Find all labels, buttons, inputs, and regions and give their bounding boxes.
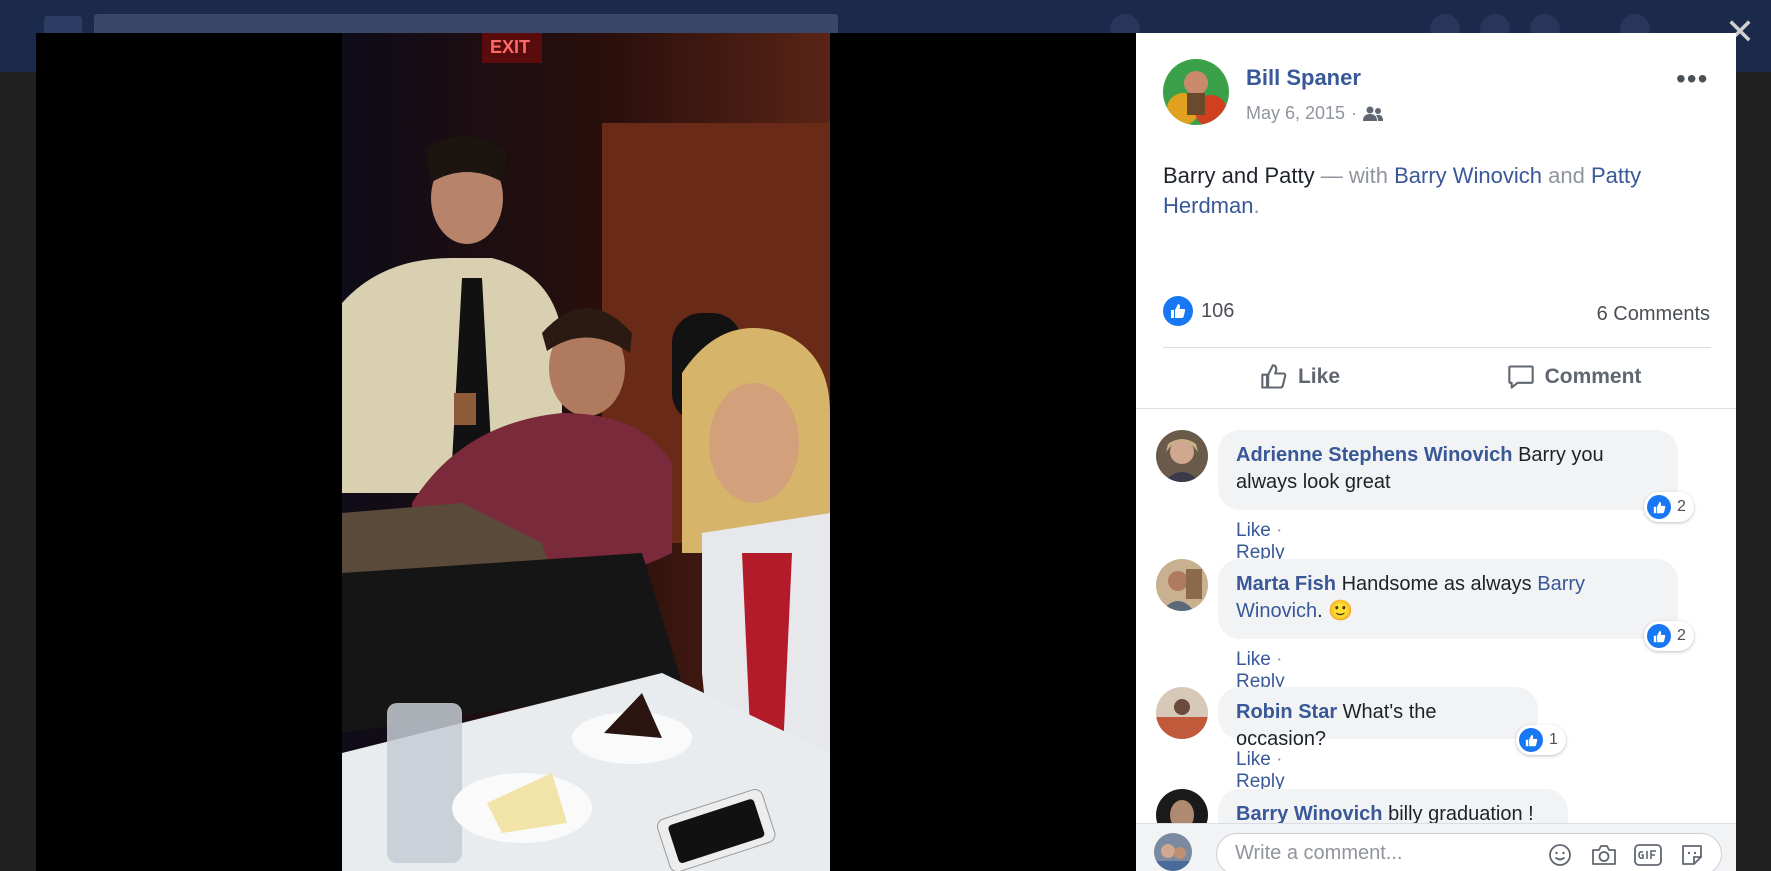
divider xyxy=(1136,408,1736,409)
comment-button-label: Comment xyxy=(1544,365,1642,388)
camera-icon[interactable] xyxy=(1589,842,1619,868)
sticker-icon[interactable] xyxy=(1677,842,1707,868)
post-text: Barry and Patty — with Barry Winovich an… xyxy=(1163,161,1703,221)
comment-like-link[interactable]: Like xyxy=(1236,520,1271,541)
comment-reactions[interactable]: 1 xyxy=(1516,725,1566,755)
like-reaction-icon xyxy=(1647,495,1671,519)
divider xyxy=(1163,347,1711,348)
thumbs-up-icon xyxy=(1261,364,1287,389)
like-reaction-icon xyxy=(1519,728,1543,752)
comment-like-link[interactable]: Like xyxy=(1236,649,1271,670)
gif-icon[interactable] xyxy=(1633,842,1663,868)
like-button-label: Like xyxy=(1297,365,1341,388)
commenter-avatar[interactable] xyxy=(1156,559,1208,611)
like-reaction-icon xyxy=(1163,296,1193,326)
comment-text: Handsome as always xyxy=(1336,573,1538,595)
post-meta: May 6, 2015 · xyxy=(1246,103,1384,124)
comment-bubble: Robin Star What's the occasion? xyxy=(1218,687,1538,750)
more-options-icon[interactable]: ••• xyxy=(1676,63,1708,95)
post-side-panel: Bill Spaner May 6, 2015 · ••• Barry and … xyxy=(1136,33,1736,871)
current-user-avatar xyxy=(1154,833,1192,871)
photo-image: EXIT xyxy=(342,33,830,871)
and-text: and xyxy=(1542,163,1591,188)
comment-bubble: Adrienne Stephens Winovich Barry you alw… xyxy=(1218,430,1678,510)
meta-separator: · xyxy=(1351,103,1358,123)
reaction-summary[interactable]: 106 xyxy=(1163,296,1234,326)
commenter-avatar[interactable] xyxy=(1156,687,1208,739)
like-button[interactable]: Like xyxy=(1163,349,1437,405)
commenter-name[interactable]: Marta Fish xyxy=(1236,573,1336,595)
post-date[interactable]: May 6, 2015 xyxy=(1246,103,1345,124)
comment-reactions[interactable]: 2 xyxy=(1644,492,1694,522)
author-avatar[interactable] xyxy=(1163,59,1229,125)
post-author-name[interactable]: Bill Spaner xyxy=(1246,65,1361,91)
post-actions: Like Comment xyxy=(1163,349,1711,405)
comment-input[interactable] xyxy=(1235,842,1485,865)
comment-reaction-count: 2 xyxy=(1677,498,1686,515)
exit-sign: EXIT xyxy=(490,37,530,57)
comment-composer xyxy=(1136,823,1736,871)
comment-text: billy graduation ! xyxy=(1382,803,1534,825)
like-reaction-icon xyxy=(1647,624,1671,648)
comment-bubble: Marta Fish Handsome as always Barry Wino… xyxy=(1218,559,1678,639)
period-text: . xyxy=(1253,193,1260,218)
commenter-avatar[interactable] xyxy=(1156,430,1208,482)
comment-text-end: . 🙂 xyxy=(1317,600,1354,622)
emoji-icon[interactable] xyxy=(1545,842,1575,868)
comment-reaction-count: 1 xyxy=(1549,731,1558,748)
friends-audience-icon[interactable] xyxy=(1363,106,1384,122)
commenter-name[interactable]: Barry Winovich xyxy=(1236,803,1383,825)
post-caption: Barry and Patty xyxy=(1163,163,1315,188)
comment-icon xyxy=(1507,365,1534,389)
post-photo: EXIT xyxy=(342,33,830,871)
tag-barry-winovich[interactable]: Barry Winovich xyxy=(1394,163,1542,188)
comment-button[interactable]: Comment xyxy=(1437,349,1711,405)
commenter-name[interactable]: Robin Star xyxy=(1236,701,1337,723)
commenter-name[interactable]: Adrienne Stephens Winovich xyxy=(1236,444,1513,466)
comments-count-link[interactable]: 6 Comments xyxy=(1597,303,1710,326)
photo-viewer[interactable]: EXIT xyxy=(36,33,1136,871)
with-text: — with xyxy=(1314,163,1395,188)
comment-reaction-count: 2 xyxy=(1677,627,1686,644)
composer-icons xyxy=(1545,842,1707,868)
comment-like-link[interactable]: Like xyxy=(1236,749,1271,770)
like-count: 106 xyxy=(1201,299,1235,322)
comment-reactions[interactable]: 2 xyxy=(1644,621,1694,651)
comment-input-box[interactable] xyxy=(1216,833,1722,871)
